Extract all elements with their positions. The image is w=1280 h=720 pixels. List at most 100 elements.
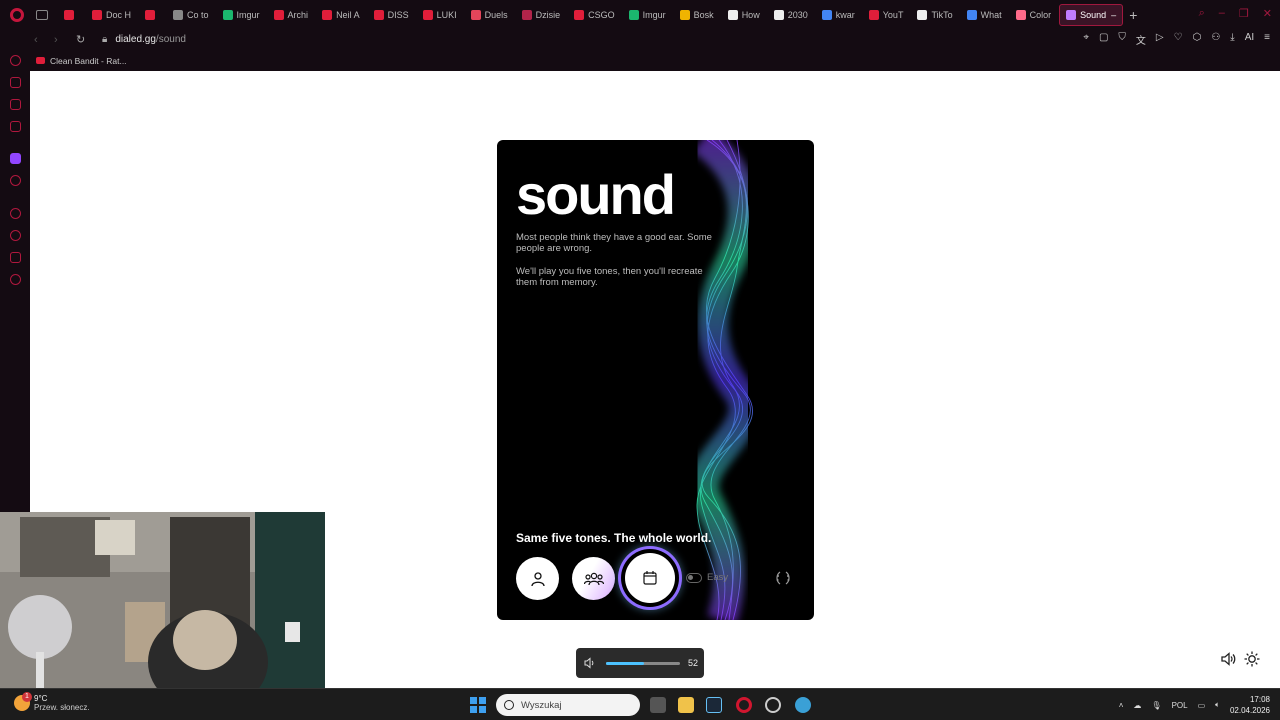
chrome-taskbar-icon[interactable] — [765, 697, 781, 713]
tab-menu-icon[interactable] — [36, 9, 48, 20]
tab-favicon-icon — [422, 9, 433, 20]
volume-osd: 52 — [576, 648, 704, 678]
sound-card: sound Most people think they have a good… — [497, 140, 814, 620]
reload-button[interactable]: ↻ — [76, 33, 88, 46]
easy-toggle[interactable] — [686, 573, 702, 583]
speaker-icon[interactable] — [584, 657, 596, 669]
extensions-icon[interactable]: ⬡ — [1193, 32, 1202, 47]
browser-tab[interactable]: How — [722, 4, 766, 26]
tab-favicon-icon — [679, 9, 690, 20]
taskbar-search[interactable]: Wyszukaj — [496, 694, 640, 716]
tab-close-icon[interactable]: – — [1111, 10, 1116, 20]
windows-start-icon[interactable] — [470, 697, 486, 713]
tab-bar: Doc H Co to Imgur Archi Neil A DISS LUKI Duels D… — [0, 0, 1280, 29]
browser-tab[interactable]: What — [961, 4, 1008, 26]
group-mode-button[interactable] — [572, 557, 615, 600]
browser-tab[interactable]: Archi — [268, 4, 315, 26]
settings-icon[interactable] — [10, 274, 21, 285]
tab-label: DISS — [387, 9, 409, 20]
browser-tab[interactable]: Sound – — [1059, 3, 1124, 26]
browser-tab[interactable]: CSGO — [568, 4, 621, 26]
browser-tab[interactable]: YouT — [863, 4, 910, 26]
download-icon[interactable]: ⤓ — [1230, 32, 1234, 47]
page-title: sound — [516, 163, 676, 226]
tab-favicon-icon — [574, 9, 585, 20]
network-icon[interactable]: ▭ — [1198, 701, 1206, 710]
twitch-icon[interactable] — [10, 153, 21, 164]
microphone-icon[interactable]: 🎙︎ — [1151, 701, 1161, 710]
browser-tab[interactable]: 2030 — [768, 4, 814, 26]
speed-dial-icon[interactable] — [10, 55, 21, 66]
history-icon[interactable] — [10, 230, 21, 241]
player-icon[interactable] — [10, 175, 21, 186]
menu-icon[interactable]: ≡ — [1264, 32, 1270, 47]
tab-list: Doc H Co to Imgur Archi Neil A DISS LUKI Duels D… — [58, 3, 1124, 26]
volume-slider[interactable] — [606, 661, 680, 665]
browser-tab[interactable]: Bosk — [674, 4, 720, 26]
pin-icon[interactable]: ⌖ — [1083, 32, 1089, 47]
browser-tab[interactable]: Color — [1010, 4, 1058, 26]
translate-icon[interactable]: 文 — [1136, 32, 1146, 47]
browser-tab[interactable]: Duels — [465, 4, 514, 26]
browser-tab[interactable]: LUKI — [417, 4, 463, 26]
back-button[interactable]: ‹ — [34, 34, 46, 46]
webcam-overlay — [0, 512, 325, 692]
browser-tab[interactable]: Co to — [167, 4, 215, 26]
maximize-button[interactable]: ❐ — [1239, 7, 1249, 20]
clock[interactable]: 17:08 02.04.2026 — [1230, 694, 1270, 716]
snapshot-icon[interactable]: ▢ — [1099, 32, 1108, 47]
forward-button[interactable]: › — [54, 34, 66, 46]
weather-widget[interactable]: 1 9°C Przew. słonecz. — [14, 692, 90, 712]
tab-label: YouT — [882, 9, 904, 20]
tab-favicon-icon — [145, 9, 156, 20]
bookmark-item[interactable]: Clean Bandit - Rat... — [36, 56, 127, 66]
heart-icon[interactable]: ♡ — [1174, 32, 1183, 47]
solo-mode-button[interactable] — [516, 557, 559, 600]
account-icon[interactable]: ⚇ — [1211, 32, 1220, 47]
tab-favicon-icon — [373, 9, 384, 20]
onedrive-icon[interactable]: ☁ — [1133, 701, 1141, 710]
new-tab-button[interactable]: + — [1129, 7, 1137, 23]
browser-tab[interactable]: Dzisie — [516, 4, 567, 26]
theme-sun-icon[interactable] — [1244, 651, 1260, 667]
close-button[interactable]: ✕ — [1263, 7, 1272, 20]
address-bar: ‹ › ↻ 🔒︎ dialed.gg/sound ⌖ ▢ ⛉ 文 ▷ ♡ ⬡ ⚇… — [0, 29, 1280, 50]
volume-value: 52 — [688, 658, 699, 668]
volume-tray-icon[interactable]: 🔈︎ — [1215, 700, 1220, 710]
globe-app-icon[interactable] — [795, 697, 811, 713]
browser-tab[interactable]: Doc H — [86, 4, 137, 26]
weather-sun-icon: 1 — [14, 692, 32, 711]
browser-tab[interactable]: TikTo — [911, 4, 958, 26]
opera-taskbar-icon[interactable] — [736, 697, 752, 713]
messenger-icon[interactable] — [10, 99, 21, 110]
browser-tab[interactable]: DISS — [368, 4, 415, 26]
steam-icon[interactable] — [706, 697, 722, 713]
aria-icon[interactable] — [10, 77, 21, 88]
task-view-icon[interactable] — [650, 697, 666, 713]
tab-label: kwar — [835, 9, 855, 20]
daily-mode-button[interactable] — [625, 553, 675, 603]
tray-chevron-icon[interactable]: ˄ — [1119, 701, 1124, 710]
sound-toggle-icon[interactable] — [1220, 651, 1236, 667]
file-explorer-icon[interactable] — [678, 697, 694, 713]
browser-tab[interactable] — [139, 4, 165, 26]
m-app-icon[interactable] — [10, 121, 21, 132]
search-tabs-icon[interactable]: ⌕ — [1199, 7, 1205, 20]
minimize-button[interactable]: – — [1219, 7, 1225, 20]
play-icon[interactable]: ▷ — [1156, 32, 1164, 47]
opera-logo-icon[interactable] — [10, 7, 24, 22]
laurel-icon[interactable] — [775, 570, 791, 586]
url-field[interactable]: dialed.gg/sound — [115, 34, 186, 45]
video-icon[interactable] — [10, 208, 21, 219]
browser-tab[interactable]: Imgur — [217, 4, 266, 26]
extensions-sidebar-icon[interactable] — [10, 252, 21, 263]
ai-button[interactable]: AI — [1245, 32, 1254, 47]
language-indicator[interactable]: POL — [1172, 701, 1188, 710]
browser-tab[interactable]: kwar — [816, 4, 861, 26]
browser-tab[interactable]: Neil A — [316, 4, 366, 26]
browser-tab[interactable] — [58, 4, 84, 26]
browser-tab[interactable]: Imgur — [623, 4, 672, 26]
shield-icon[interactable]: ⛉ — [1118, 32, 1126, 47]
taskbar: 1 9°C Przew. słonecz. Wyszukaj ˄ ☁ 🎙︎ PO… — [0, 688, 1280, 720]
person-icon — [530, 571, 545, 586]
